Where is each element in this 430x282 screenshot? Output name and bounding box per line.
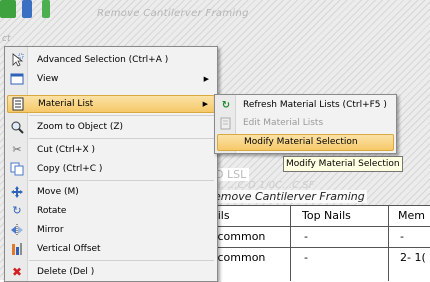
menu-item-label: Rotate <box>37 206 67 216</box>
app-icon-green-2 <box>42 0 50 18</box>
edit-list-icon <box>219 117 233 130</box>
table-header-cell: Mem <box>398 209 425 222</box>
table-cell: 2- 1( <box>400 251 426 264</box>
menu-item-label: Refresh Material Lists (Ctrl+F5 ) <box>243 100 387 110</box>
menu-item-label: Delete (Del ) <box>37 267 95 277</box>
menu-item-label: Cut (Ctrl+X ) <box>37 145 95 155</box>
menu-item-label: Zoom to Object (Z) <box>37 122 124 132</box>
menu-item-label: Material List <box>38 99 94 109</box>
menu-item-delete[interactable]: ✖ Delete (Del ) <box>7 263 215 281</box>
menu-item-move[interactable]: Move (M) <box>7 183 215 201</box>
menu-item-label: View <box>37 74 59 84</box>
menu-item-label: Vertical Offset <box>37 244 101 254</box>
table-header-cell: Top Nails <box>302 209 351 222</box>
drawing-title: Remove Cantilerver Framing <box>97 8 249 19</box>
delete-icon: ✖ <box>11 265 23 279</box>
material-list-submenu: ↻ Refresh Material Lists (Ctrl+F5 ) Edit… <box>214 94 397 154</box>
drawing-table: ails Top Nails Mem d common - - d common… <box>205 205 430 281</box>
menu-item-zoom-to-object[interactable]: Zoom to Object (Z) <box>7 118 215 136</box>
menu-item-material-list[interactable]: Material List ▶ <box>7 95 215 113</box>
submenu-item-edit-material-lists[interactable]: Edit Material Lists <box>217 115 394 132</box>
table-cell: - <box>304 230 308 243</box>
scissors-icon: ✂ <box>12 143 22 156</box>
menu-separator <box>29 138 214 139</box>
menu-item-mirror[interactable]: Mirror <box>7 221 215 239</box>
move-icon <box>10 185 24 199</box>
menu-item-rotate[interactable]: ↻ Rotate <box>7 202 215 220</box>
menu-separator <box>29 260 214 261</box>
submenu-item-refresh-material-lists[interactable]: ↻ Refresh Material Lists (Ctrl+F5 ) <box>217 97 394 114</box>
list-icon <box>11 97 25 111</box>
table-cell: - <box>304 251 308 264</box>
tooltip: Modify Material Selection <box>283 156 403 172</box>
menu-item-label: Modify Material Selection <box>244 137 358 147</box>
menu-item-label: Move (M) <box>37 187 79 197</box>
menu-item-copy[interactable]: Copy (Ctrl+C ) <box>7 160 215 178</box>
table-divider <box>290 206 291 281</box>
table-cell: - <box>400 230 404 243</box>
refresh-icon: ↻ <box>221 100 231 111</box>
menu-separator <box>29 180 214 181</box>
menu-item-advanced-selection[interactable]: Advanced Selection (Ctrl+A ) <box>7 51 215 69</box>
app-icon-green <box>0 0 16 18</box>
mirror-icon <box>10 223 24 237</box>
submenu-item-modify-material-selection[interactable]: Modify Material Selection <box>217 134 394 151</box>
rotate-icon: ↻ <box>12 204 22 217</box>
menu-item-view[interactable]: View ▶ <box>7 70 215 88</box>
zoom-icon <box>10 120 24 134</box>
menu-item-cut[interactable]: ✂ Cut (Ctrl+X ) <box>7 141 215 159</box>
drawing-table-title: emove Cantilerver Framing <box>212 190 367 203</box>
submenu-arrow-icon: ▶ <box>203 75 209 83</box>
table-row: d common - 2- 1( <box>205 248 430 268</box>
table-divider <box>388 206 389 281</box>
menu-item-label: Copy (Ctrl+C ) <box>37 164 103 174</box>
menu-item-label: Advanced Selection (Ctrl+A ) <box>37 55 169 65</box>
menu-item-label: Edit Material Lists <box>243 118 324 128</box>
table-header-row: ails Top Nails Mem <box>205 206 430 227</box>
app-icon-blue <box>22 0 32 18</box>
table-row: d common - - <box>205 227 430 248</box>
cursor-select-icon <box>10 53 24 67</box>
copy-icon <box>10 162 24 176</box>
submenu-arrow-icon: ▶ <box>202 100 208 108</box>
menu-item-vertical-offset[interactable]: Vertical Offset <box>7 240 215 258</box>
menu-separator <box>29 115 214 116</box>
vertical-offset-icon <box>10 242 24 256</box>
context-menu: Advanced Selection (Ctrl+A ) View ▶ Mate… <box>4 46 218 282</box>
window-icon <box>10 72 24 86</box>
drawing-left-label: ct <box>2 34 11 44</box>
menu-item-label: Mirror <box>37 225 64 235</box>
